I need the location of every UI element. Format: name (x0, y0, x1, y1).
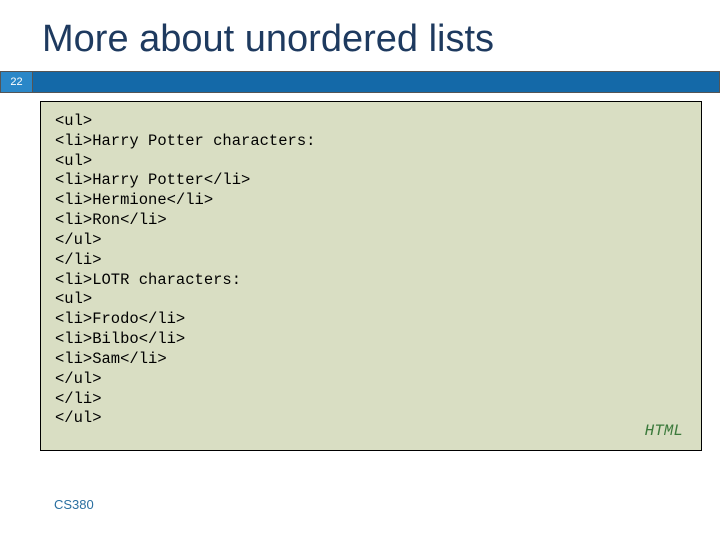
page-number-badge: 22 (0, 71, 32, 93)
language-label: HTML (645, 422, 683, 440)
header-bar: 22 (0, 71, 720, 93)
accent-bar (32, 71, 720, 93)
code-content: <ul> <li>Harry Potter characters: <ul> <… (55, 112, 687, 429)
slide: More about unordered lists 22 <ul> <li>H… (0, 0, 720, 540)
code-block: <ul> <li>Harry Potter characters: <ul> <… (40, 101, 702, 451)
slide-title: More about unordered lists (0, 0, 720, 71)
footer-text: CS380 (54, 497, 94, 512)
